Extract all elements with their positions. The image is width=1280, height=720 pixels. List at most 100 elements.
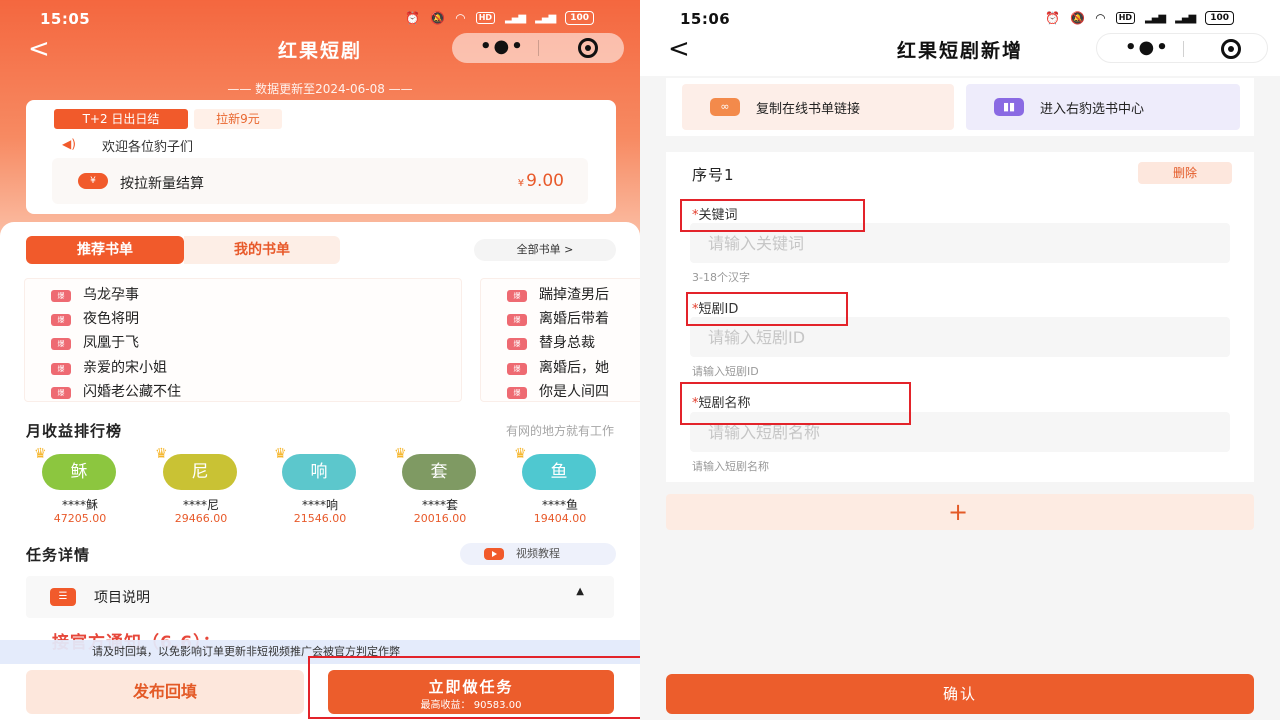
- rank-name: ****鱼: [541, 498, 578, 512]
- keyword-hint: 3-18个汉字: [692, 271, 750, 284]
- book-list-column-2: 爆踹掉渣男后 爆离婚后带着 爆替身总裁 爆离婚后，她 爆你是人间四: [480, 278, 640, 402]
- list-item[interactable]: 爆闪婚老公藏不住: [51, 382, 181, 402]
- rank-amount: 47205.00: [53, 512, 107, 525]
- battery-icon: 100: [565, 11, 594, 25]
- ranking-title: 月收益排行榜: [26, 422, 123, 440]
- list-item[interactable]: 爆替身总裁: [507, 333, 595, 353]
- rank-amount: 21546.00: [293, 512, 347, 525]
- tab-my-books[interactable]: 我的书单: [184, 236, 340, 264]
- drama-id-hint: 请输入短剧ID: [692, 365, 759, 378]
- copy-booklist-link-button[interactable]: ∞ 复制在线书单链接: [682, 84, 954, 130]
- info-card: T+2 日出日结 拉新9元 ◀) 欢迎各位豹子们 ¥ 按拉新量结算 ¥9.00: [26, 100, 616, 214]
- settlement-tag: T+2 日出日结: [54, 109, 188, 129]
- book-title: 你是人间四: [539, 384, 609, 400]
- rank-item: 套 ♛ ****套 20016.00: [380, 446, 500, 532]
- book-list-column-1: 爆乌龙孕事 爆夜色将明 爆凤凰于飞 爆亲爱的宋小姐 爆闪婚老公藏不住: [24, 278, 462, 402]
- capsule-divider: [538, 40, 539, 56]
- speaker-icon: ◀): [62, 137, 76, 151]
- crown-icon: ♛: [274, 446, 287, 462]
- alarm-icon: ⏰: [405, 11, 421, 25]
- task-title: 任务详情: [26, 546, 91, 564]
- signal-2-icon: ▂▄▆: [1175, 12, 1196, 24]
- status-time: 15:05: [40, 10, 91, 28]
- status-bar: 15:06 ⏰ 🔕 ◠ HD ▂▄▆ ▂▄▆ 100: [640, 8, 1280, 30]
- hot-badge-icon: 爆: [507, 290, 527, 302]
- tab-recommended[interactable]: 推荐书单: [26, 236, 184, 264]
- all-books-link[interactable]: 全部书单 >: [474, 239, 616, 261]
- highlight-box: [680, 199, 865, 232]
- book-center-button[interactable]: ▮▮ 进入右豹选书中心: [966, 84, 1240, 130]
- crown-icon: ♛: [394, 446, 407, 462]
- list-item[interactable]: 爆你是人间四: [507, 382, 609, 402]
- publish-backfill-button[interactable]: 发布回填: [26, 670, 304, 714]
- book-title: 离婚后带着: [539, 311, 609, 327]
- more-dots-icon[interactable]: •●•: [1125, 39, 1170, 57]
- avatar: 套: [402, 454, 476, 490]
- list-item[interactable]: 爆凤凰于飞: [51, 333, 139, 353]
- list-item[interactable]: 爆离婚后带着: [507, 309, 609, 329]
- mute-icon: 🔕: [1070, 11, 1086, 25]
- reward-tag: 拉新9元: [194, 109, 282, 129]
- hot-badge-icon: 爆: [51, 387, 71, 399]
- add-item-button[interactable]: +: [666, 494, 1254, 530]
- yen-icon: ¥: [78, 173, 108, 189]
- rank-amount: 29466.00: [174, 512, 228, 525]
- list-item[interactable]: 爆乌龙孕事: [51, 285, 139, 305]
- currency-symbol: ¥: [517, 178, 525, 189]
- more-dots-icon[interactable]: •●•: [480, 38, 525, 56]
- delete-button[interactable]: 删除: [1138, 162, 1232, 184]
- target-icon[interactable]: [578, 38, 598, 58]
- nav-bar: < 红果短剧 •●•: [0, 30, 640, 70]
- list-item[interactable]: 爆亲爱的宋小姐: [51, 358, 167, 378]
- book-title: 离婚后，她: [539, 360, 609, 376]
- amount-value: 9.00: [526, 171, 564, 191]
- rank-item: 稣 ♛ ****稣 47205.00: [20, 446, 140, 532]
- rank-amount: 19404.00: [533, 512, 587, 525]
- rank-item: 尼 ♛ ****尼 29466.00: [141, 446, 261, 532]
- book-title: 凤凰于飞: [83, 335, 139, 351]
- hot-badge-icon: 爆: [51, 363, 71, 375]
- mute-icon: 🔕: [430, 11, 446, 25]
- hot-badge-icon: 爆: [507, 314, 527, 326]
- book-center-label: 进入右豹选书中心: [1040, 102, 1145, 117]
- book-icon: ▮▮: [994, 98, 1024, 116]
- list-item[interactable]: 爆夜色将明: [51, 309, 139, 329]
- highlight-box: [308, 656, 640, 719]
- chevron-up-icon[interactable]: ▲: [576, 586, 584, 597]
- wifi-icon: ◠: [1095, 11, 1106, 25]
- right-phone-screen: 15:06 ⏰ 🔕 ◠ HD ▂▄▆ ▂▄▆ 100 < 红果短剧新增 •●•: [640, 0, 1280, 720]
- target-icon[interactable]: [1221, 39, 1241, 59]
- book-title: 亲爱的宋小姐: [83, 360, 167, 376]
- hd-icon: HD: [1115, 12, 1136, 24]
- list-item[interactable]: 爆踹掉渣男后: [507, 285, 609, 305]
- settlement-row: ¥ 按拉新量结算 ¥9.00: [52, 158, 588, 204]
- battery-icon: 100: [1205, 11, 1234, 25]
- status-bar: 15:05 ⏰ 🔕 ◠ HD ▂▄▆ ▂▄▆ 100: [0, 8, 640, 30]
- avatar: 鱼: [522, 454, 596, 490]
- avatar: 响: [282, 454, 356, 490]
- crown-icon: ♛: [514, 446, 527, 462]
- hot-badge-icon: 爆: [507, 363, 527, 375]
- rank-item: 鱼 ♛ ****鱼 19404.00: [500, 446, 620, 532]
- mini-program-capsule: •●•: [452, 33, 624, 63]
- rank-name: ****套: [421, 498, 458, 512]
- hot-badge-icon: 爆: [51, 290, 71, 302]
- play-icon: [484, 548, 504, 560]
- avatar: 稣: [42, 454, 116, 490]
- book-title: 夜色将明: [83, 311, 139, 327]
- hot-badge-icon: 爆: [507, 387, 527, 399]
- confirm-button[interactable]: 确认: [666, 674, 1254, 714]
- signal-icon: ▂▄▆: [505, 12, 526, 24]
- welcome-text: 欢迎各位豹子们: [102, 140, 194, 155]
- plus-icon: +: [948, 498, 969, 526]
- avatar: 尼: [163, 454, 237, 490]
- mini-program-capsule: •●•: [1096, 33, 1268, 63]
- project-description-row[interactable]: ☰ 项目说明 ▲: [26, 576, 614, 618]
- list-item[interactable]: 爆离婚后，她: [507, 358, 609, 378]
- highlight-box: [680, 382, 911, 425]
- link-icon: ∞: [710, 98, 740, 116]
- wifi-icon: ◠: [455, 11, 466, 25]
- book-title: 踹掉渣男后: [539, 287, 609, 303]
- video-tutorial-button[interactable]: 视频教程: [460, 543, 616, 565]
- book-title: 替身总裁: [539, 335, 595, 351]
